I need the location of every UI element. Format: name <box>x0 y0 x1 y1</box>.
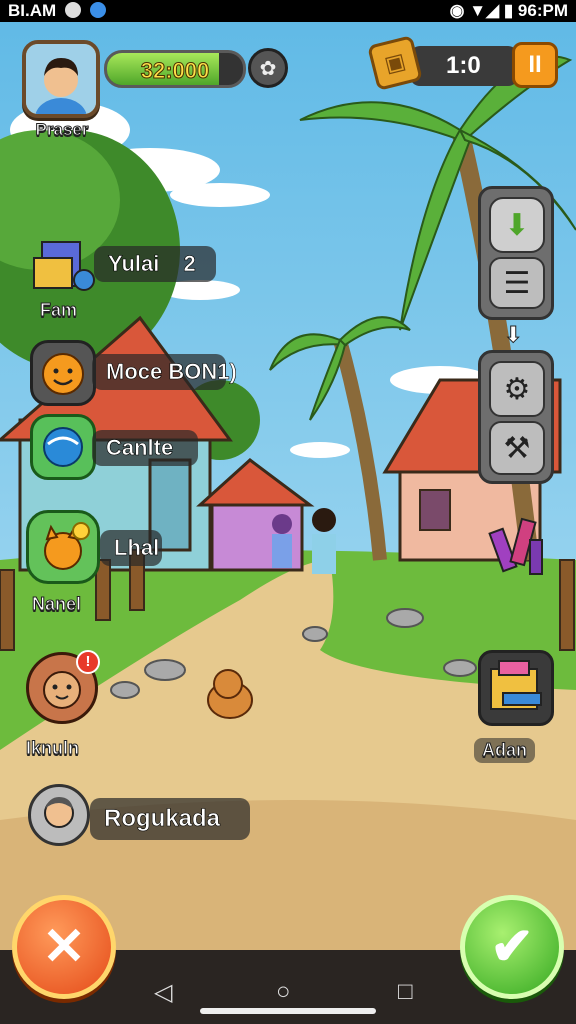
status-left: BI.AM <box>8 1 106 21</box>
menu-label-chat[interactable]: Lhal <box>100 530 162 566</box>
timer-text: 1:0 <box>446 52 481 79</box>
smiley-graphic <box>42 353 84 395</box>
alert-badge-icon: ! <box>76 650 100 674</box>
tools-button[interactable]: ⚒ <box>489 421 545 475</box>
hud-settings-button[interactable]: ✿ <box>248 48 288 88</box>
action-button-left[interactable]: ✕ <box>12 895 116 999</box>
globe-graphic <box>43 427 83 467</box>
down-arrow-icon: ⬇ <box>503 322 523 348</box>
backpack-icon[interactable] <box>478 650 554 726</box>
books-icon[interactable] <box>28 228 98 298</box>
list-icon: ☰ <box>503 266 531 300</box>
coin-bar: 32:000 <box>104 50 246 88</box>
home-nav-icon[interactable]: ○ <box>276 978 291 1006</box>
confirm-button-right[interactable]: ✔ <box>460 895 564 999</box>
right-toolbar-bottom: ⚙ ⚒ <box>478 350 554 484</box>
menu-sublabel-fam: Fam <box>39 300 78 321</box>
smiley-icon[interactable] <box>30 340 96 406</box>
fireworks-icon[interactable] <box>486 510 550 586</box>
menu-label-candidate[interactable]: Canlte <box>92 430 198 466</box>
bone-icon: ✕ <box>42 918 86 976</box>
gear-icon: ✿ <box>259 57 277 80</box>
coin-count: 32:000 <box>140 58 210 84</box>
status-right: ◉ ▼◢ ▮ 96:PM <box>450 1 568 21</box>
menu-sublabel-nanel: Nanel <box>31 594 82 615</box>
clock-text: 96:PM <box>517 1 568 20</box>
map-pin-icon: ⬇ <box>504 208 530 242</box>
yulai-text: Yulai <box>108 251 160 277</box>
check-edit-icon: ✔ <box>490 918 534 976</box>
adan-label[interactable]: Adan <box>474 738 535 763</box>
list-button[interactable]: ☰ <box>489 257 545 309</box>
profile-icon[interactable] <box>28 784 90 846</box>
fireworks-graphic <box>488 517 543 575</box>
right-toolbar-top: ⬇ ☰ <box>478 186 554 320</box>
timer-box: 1:0 <box>410 46 518 86</box>
profile-graphic <box>44 797 74 828</box>
player-face-icon <box>26 44 96 114</box>
home-indicator <box>200 1008 376 1014</box>
notification-icon <box>64 2 81 18</box>
player-name: Praser <box>35 120 89 140</box>
menu-label-yulai[interactable]: Yulai 2 <box>94 246 216 282</box>
hammer-icon: ⚒ <box>503 431 531 465</box>
globe-icon[interactable] <box>30 414 96 480</box>
recents-nav-icon[interactable]: □ <box>398 978 413 1006</box>
menu-label-mode[interactable]: Moce BON1) <box>92 354 237 390</box>
carrier-text: BI.AM <box>8 1 57 20</box>
status-bar: BI.AM ◉ ▼◢ ▮ 96:PM <box>0 0 576 22</box>
villager-girl <box>272 514 292 568</box>
gear-icon: ⚙ <box>503 372 531 406</box>
location-pin-button[interactable]: ⬇ <box>489 197 545 253</box>
cat-graphic <box>44 522 90 570</box>
back-nav-icon[interactable]: ◁ <box>154 978 172 1007</box>
compass-icon <box>89 2 106 18</box>
villager-boy <box>312 508 336 574</box>
settings-button[interactable]: ⚙ <box>489 361 545 417</box>
signal-icon: ◉ ▼◢ ▮ <box>449 1 514 20</box>
yulai-count: 2 <box>183 251 196 277</box>
books-graphic <box>33 241 95 291</box>
player-avatar[interactable] <box>22 40 100 118</box>
pause-button[interactable]: II <box>512 42 558 88</box>
menu-sublabel-iknuln: Iknuln <box>26 738 80 759</box>
pause-icon: II <box>528 51 542 78</box>
backpack-graphic <box>490 660 542 710</box>
menu-label-rogukada[interactable]: Rogukada <box>90 798 250 840</box>
cat-icon[interactable] <box>26 510 100 584</box>
